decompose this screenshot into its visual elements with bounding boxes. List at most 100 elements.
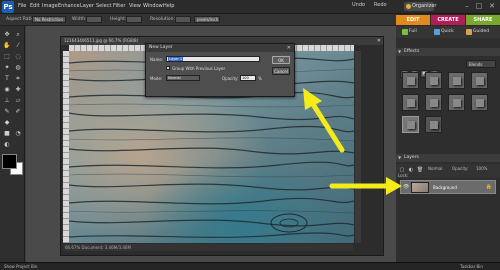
clone-stamp-icon[interactable]: ⊥ [2, 96, 12, 105]
gradient-tool-icon[interactable] [13, 118, 23, 127]
menu-filter[interactable]: Filter [113, 3, 125, 9]
full-edit-icon [402, 29, 408, 35]
menu-layer[interactable]: Layer [80, 3, 94, 9]
type-tool-icon[interactable]: T [2, 74, 12, 83]
shape-tool-icon[interactable]: ■ [2, 129, 12, 138]
visibility-eye-icon[interactable]: 👁 [403, 184, 409, 190]
zoom-tool-icon[interactable]: ⌕ [13, 30, 23, 39]
opacity-input[interactable]: 100 [240, 75, 256, 81]
effect-thumb[interactable] [425, 94, 442, 111]
mode-label: Mode: [150, 76, 163, 81]
document-status: 66.67% Document: 3.46M/3.46M [63, 244, 353, 251]
resolution-label: Resolution: [150, 17, 176, 22]
taskbar-bin-button[interactable]: Taskbar Bin [460, 264, 483, 269]
collapse-triangle-icon: ▼ [398, 155, 402, 160]
crop-tool-icon[interactable]: ⌗ [13, 74, 23, 83]
organizer-button[interactable]: Organizer [404, 2, 437, 11]
resolution-unit-select[interactable]: pixels/inch [194, 16, 220, 23]
app-logo-icon: Ps [2, 1, 14, 13]
effect-thumb[interactable] [402, 94, 419, 111]
tab-share[interactable]: SHARE [466, 15, 500, 25]
dialog-close-icon[interactable]: ✕ [287, 44, 291, 52]
delete-layer-icon[interactable]: 🗑 [416, 166, 424, 174]
document-vertical-scrollbar[interactable] [355, 51, 361, 243]
group-with-previous-checkbox[interactable] [166, 66, 170, 70]
width-input[interactable] [86, 16, 102, 23]
layers-opacity-label: Opacity: [452, 166, 469, 171]
layer-name-label: Name: [150, 57, 164, 62]
pencil-tool-icon[interactable]: ✎ [2, 107, 12, 116]
show-project-bin-button[interactable]: Show Project Bin [4, 264, 37, 269]
tab-create[interactable]: CREATE [431, 15, 465, 25]
spot-healing-icon[interactable]: ✚ [13, 85, 23, 94]
effect-thumb[interactable] [471, 94, 488, 111]
layer-row[interactable]: 👁 Background 🔒 [400, 180, 496, 194]
sponge-tool-icon[interactable]: ◐ [2, 140, 12, 149]
layers-panel-header[interactable]: ▼ Layers [396, 154, 500, 162]
bottom-status-bar: Show Project Bin Taskbar Bin [0, 262, 500, 270]
organizer-label: Organizer [412, 3, 437, 9]
height-input[interactable] [126, 16, 142, 23]
foreground-color-swatch[interactable] [2, 154, 17, 169]
effect-thumb[interactable] [425, 116, 442, 133]
layer-name-input[interactable]: Layer 1 [166, 56, 260, 62]
marquee-tool-icon[interactable]: ⬚ [2, 52, 12, 61]
menu-help[interactable]: Help [163, 3, 174, 9]
guided-edit-icon [466, 29, 472, 35]
effect-thumb[interactable] [402, 116, 419, 133]
lasso-tool-icon[interactable]: ◌ [13, 52, 23, 61]
menu-edit[interactable]: Edit [30, 3, 40, 9]
redo-button[interactable]: Redo [374, 2, 387, 8]
red-eye-tool-icon[interactable]: ◉ [2, 85, 12, 94]
tab-guided-edit[interactable]: Guided [466, 28, 489, 36]
effects-category-icons: ◧▣◩▦ [400, 60, 440, 78]
blur-tool-icon[interactable]: ◔ [13, 129, 23, 138]
close-button[interactable]: ✕ [487, 2, 497, 11]
opacity-label: Opacity: [222, 76, 239, 81]
mode-select[interactable]: Normal [166, 75, 200, 81]
resolution-input[interactable] [175, 16, 191, 23]
tab-quick-edit[interactable]: Quick [434, 28, 454, 36]
layers-header-label: Layers [404, 155, 419, 160]
effect-thumb[interactable] [448, 94, 465, 111]
tab-guided-label: Guided [473, 29, 490, 34]
hand-tool-icon[interactable]: ✋ [2, 41, 12, 50]
aspect-ratio-select[interactable]: No Restriction [32, 16, 66, 23]
menu-enhance[interactable]: Enhance [58, 3, 80, 9]
menu-image[interactable]: Image [42, 3, 58, 9]
panel-bin: Full Quick Guided ▼ Effects ◧▣◩▦ Blends [396, 26, 500, 262]
document-close-icon[interactable]: ✕ [377, 37, 381, 45]
tool-options-bar: Aspect Ratio: No Restriction Width: Heig… [0, 14, 396, 26]
dialog-title: New Layer [146, 44, 294, 52]
eraser-tool-icon[interactable]: ▱ [13, 96, 23, 105]
tab-full-edit[interactable]: Full [402, 28, 417, 36]
effect-thumb[interactable] [448, 72, 465, 89]
ok-button[interactable]: OK [272, 56, 290, 64]
effect-thumb[interactable] [425, 72, 442, 89]
brush-tool-icon[interactable]: ✐ [13, 107, 23, 116]
layer-name-value: Layer 1 [168, 57, 184, 61]
selection-brush-icon[interactable]: ◍ [13, 63, 23, 72]
effects-panel-header[interactable]: ▼ Effects [396, 48, 500, 56]
move-tool-icon[interactable]: ✥ [2, 30, 12, 39]
layers-opacity-value[interactable]: 100% [476, 166, 487, 171]
maximize-button[interactable]: □ [474, 2, 484, 11]
collapse-triangle-icon: ▼ [398, 49, 402, 54]
magic-wand-tool-icon[interactable]: ✦ [2, 63, 12, 72]
effect-thumb[interactable] [471, 72, 488, 89]
undo-button[interactable]: Undo [352, 2, 365, 8]
paint-bucket-icon[interactable]: ◆ [2, 118, 12, 127]
tab-quick-label: Quick [441, 29, 454, 34]
photoshop-elements-window: Ps File Edit Image Enhance Layer Select … [0, 0, 500, 270]
eyedropper-tool-icon[interactable]: ⁄ [13, 41, 23, 50]
blend-mode-select[interactable]: Normal [428, 166, 442, 171]
menu-view[interactable]: View [129, 3, 141, 9]
menu-select[interactable]: Select [96, 3, 111, 9]
menu-window[interactable]: Window [143, 3, 163, 9]
effect-thumb[interactable] [402, 72, 419, 89]
cancel-button[interactable]: Cancel [272, 67, 290, 75]
effects-filter-select[interactable]: Blends [466, 60, 496, 68]
minimize-button[interactable]: – [462, 2, 472, 11]
menu-file[interactable]: File [18, 3, 26, 9]
tab-edit[interactable]: EDIT [396, 15, 430, 25]
